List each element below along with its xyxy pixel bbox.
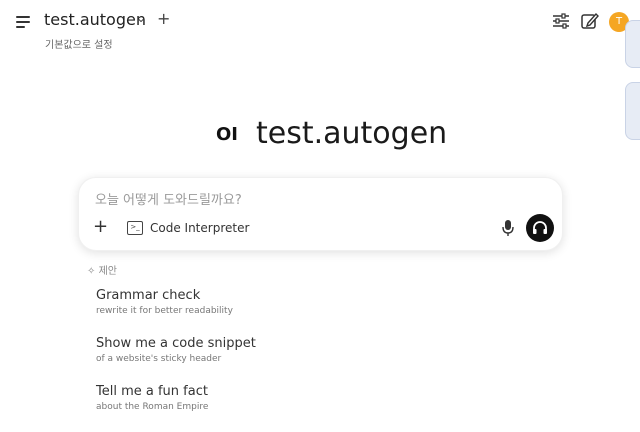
add-attachment-button[interactable]: + (93, 216, 108, 237)
model-selector[interactable]: test.autogen (44, 10, 146, 29)
code-interpreter-toggle[interactable]: >_ Code Interpreter (127, 218, 249, 238)
terminal-icon: >_ (127, 221, 143, 235)
voice-mode-button[interactable] (526, 214, 554, 242)
suggestion-item[interactable]: Show me a code snippet of a website's st… (96, 336, 256, 364)
headphones-icon (533, 221, 547, 234)
suggestion-title: Show me a code snippet (96, 336, 256, 351)
sparkle-icon: ✧ (87, 266, 96, 277)
chevron-down-icon[interactable]: ⌄ (136, 11, 146, 25)
settings-sliders-icon[interactable] (550, 10, 572, 32)
chat-input[interactable] (93, 188, 497, 212)
suggestion-subtitle: about the Roman Empire (96, 402, 209, 412)
code-interpreter-label: Code Interpreter (150, 221, 250, 235)
set-default-link[interactable]: 기본값으로 설정 (45, 36, 113, 51)
suggestion-subtitle: of a website's sticky header (96, 354, 222, 364)
hero: OI test.autogen (0, 112, 640, 162)
app-logo: OI (216, 124, 238, 145)
hero-title: test.autogen (256, 116, 448, 151)
add-model-icon[interactable]: + (157, 9, 170, 28)
new-chat-edit-icon[interactable] (579, 10, 601, 32)
menu-icon[interactable] (14, 12, 34, 32)
suggestion-item[interactable]: Tell me a fun fact about the Roman Empir… (96, 384, 208, 412)
microphone-icon[interactable] (501, 218, 515, 238)
chat-composer: + >_ Code Interpreter (78, 177, 563, 251)
suggestion-title: Grammar check (96, 288, 201, 303)
suggestions-heading: ✧ 제안 (87, 266, 117, 277)
side-panel-card[interactable] (625, 20, 640, 68)
suggestion-item[interactable]: Grammar check rewrite it for better read… (96, 288, 233, 316)
suggestion-title: Tell me a fun fact (96, 384, 208, 399)
top-bar: test.autogen ⌄ + 기본값으로 설정 T (0, 0, 640, 60)
suggestion-subtitle: rewrite it for better readability (96, 306, 233, 316)
